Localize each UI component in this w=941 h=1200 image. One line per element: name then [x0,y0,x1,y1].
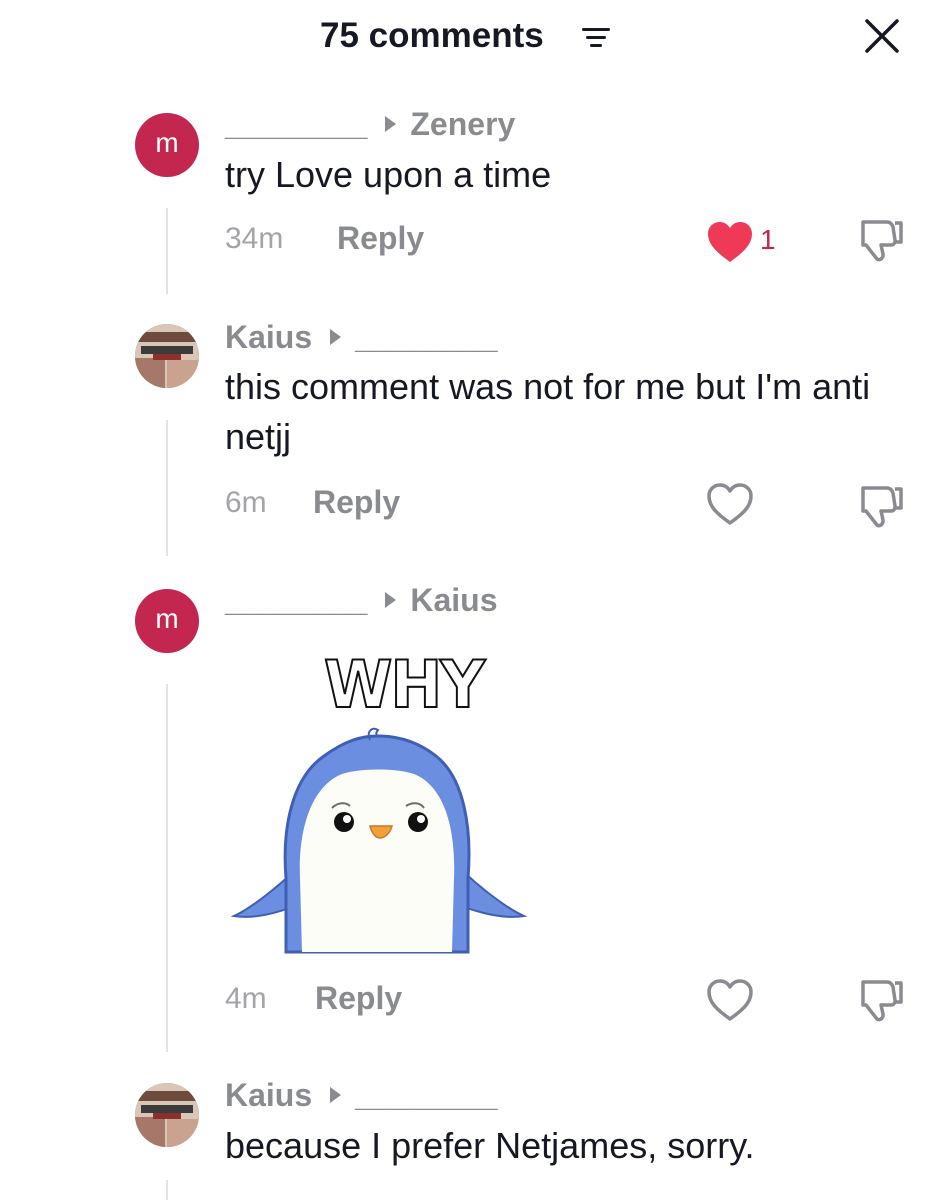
filter-lines-icon[interactable] [582,26,612,50]
reply-to-name[interactable]: Kaius [410,582,497,619]
thumbs-down-icon[interactable] [857,216,907,264]
comments-header: 75 comments [0,0,941,70]
comment-time: 6m [225,486,267,519]
avatar-photo-icon [135,1083,199,1147]
avatar[interactable] [135,324,199,388]
avatar[interactable] [135,1083,199,1147]
reply-to-name[interactable]: ________ [355,319,497,356]
author-name[interactable]: ________ [225,106,367,143]
comment-names: Kaius ________ [225,317,498,357]
heart-icon[interactable] [706,220,754,264]
comment-time: 34m [225,222,284,255]
thumbs-down-icon[interactable] [857,976,907,1024]
reply-button[interactable]: Reply [337,220,424,257]
comment-names: ________ Zenery [225,104,515,144]
reply-to-name[interactable]: Zenery [410,106,515,143]
comment-text: because I prefer Netjames, sorry. [225,1125,755,1166]
avatar[interactable]: m [135,589,199,653]
thumbs-down-icon[interactable] [857,482,907,530]
avatar[interactable]: m [135,113,199,177]
reply-to-name[interactable]: ________ [355,1077,497,1114]
thread-line [166,684,168,1052]
thread-line [166,1180,168,1200]
reply-arrow-icon [330,1087,342,1103]
penguin-icon [230,727,528,954]
reply-arrow-icon [385,116,397,132]
comment-time: 4m [225,982,267,1015]
thread-line [166,208,168,294]
comment-text: this comment was not for me but I'm anti… [225,366,871,457]
avatar-photo-icon [135,324,199,388]
reply-arrow-icon [385,592,397,608]
author-name[interactable]: Kaius [225,1077,312,1114]
heart-icon[interactable] [706,978,754,1022]
avatar-letter: m [155,127,179,158]
close-x-icon[interactable] [862,16,902,56]
comment-text: try Love upon a time [225,154,552,195]
heart-icon[interactable] [706,482,754,526]
comment-names: Kaius ________ [225,1075,498,1115]
reply-button[interactable]: Reply [315,980,402,1017]
comments-count-title: 75 comments [320,16,544,55]
avatar-letter: m [155,603,179,634]
reply-arrow-icon [330,329,342,345]
penguin-sticker[interactable]: WHY [228,645,528,954]
reply-button[interactable]: Reply [313,484,400,521]
author-name[interactable]: Kaius [225,319,312,356]
like-count: 1 [760,224,776,255]
author-name[interactable]: ________ [225,582,367,619]
comment-names: ________ Kaius [225,580,498,620]
thread-line [166,420,168,556]
